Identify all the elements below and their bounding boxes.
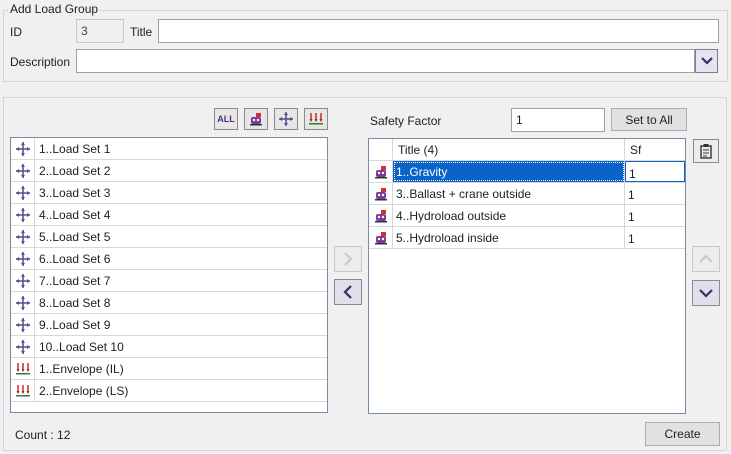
title-label: Title [130,25,153,39]
list-item[interactable]: 10..Load Set 10 [11,335,327,358]
list-item-label: 6..Load Set 6 [39,251,111,266]
list-item[interactable]: 2..Load Set 2 [11,159,327,182]
load-set-icon [11,203,35,226]
available-load-list[interactable]: 1..Load Set 1 2..Load Set 2 3..Load Set 3 4… [10,137,328,413]
clipboard-icon [700,144,712,159]
description-input[interactable] [76,49,695,73]
list-item-label: 9..Load Set 9 [39,317,111,332]
envelope-icon [11,357,35,380]
description-dropdown-button[interactable] [695,49,718,73]
table-row[interactable]: 3..Ballast + crane outside 1 [369,183,685,205]
group-members-grid[interactable]: Title (4) Sf 1..Gravity 1 3..Ballast + cra… [368,138,686,414]
row-title-cell[interactable]: 5..Hydroload inside [393,227,625,248]
list-item[interactable]: 1..Envelope (IL) [11,357,327,380]
count-label: Count : 12 [15,428,71,442]
table-row[interactable]: 1..Gravity 1 [369,161,685,183]
move-up-button[interactable] [692,246,720,272]
list-item-label: 2..Load Set 2 [39,163,111,178]
row-sf-cell[interactable]: 1 [625,227,685,248]
table-row[interactable]: 5..Hydroload inside 1 [369,227,685,249]
load-case-icon [369,205,393,226]
list-item-label: 2..Envelope (LS) [39,383,129,398]
list-item[interactable]: 1..Load Set 1 [11,138,327,160]
grid-header: Title (4) Sf [369,139,685,161]
title-input[interactable] [158,19,719,43]
row-sf-cell[interactable]: 1 [625,183,685,204]
select-all-button[interactable]: ALL [214,108,238,130]
list-item[interactable]: 9..Load Set 9 [11,313,327,336]
set-to-all-button[interactable]: Set to All [611,108,687,131]
move-down-button[interactable] [692,280,720,306]
load-case-filter-button[interactable] [244,108,268,130]
load-set-icon [279,112,293,126]
chevron-right-icon [344,252,353,266]
row-title-cell[interactable]: 3..Ballast + crane outside [393,183,625,204]
load-set-filter-button[interactable] [274,108,298,130]
all-icon: ALL [217,114,235,124]
list-item-label: 4..Load Set 4 [39,207,111,222]
load-set-icon [11,291,35,314]
list-item[interactable]: 8..Load Set 8 [11,291,327,314]
id-label: ID [10,25,22,39]
load-set-icon [11,313,35,336]
load-case-icon [369,161,393,182]
table-row[interactable]: 4..Hydroload outside 1 [369,205,685,227]
list-item[interactable]: 6..Load Set 6 [11,247,327,270]
list-item-label: 1..Load Set 1 [39,141,111,156]
list-item-label: 5..Load Set 5 [39,229,111,244]
load-set-icon [11,225,35,248]
list-item-label: 3..Load Set 3 [39,185,111,200]
id-field: 3 [76,19,124,43]
list-item-label: 8..Load Set 8 [39,295,111,310]
list-item-label: 7..Load Set 7 [39,273,111,288]
safety-factor-input[interactable]: 1 [511,108,605,132]
list-item[interactable]: 5..Load Set 5 [11,225,327,248]
group-legend: Add Load Group [8,2,101,16]
safety-factor-label: Safety Factor [370,114,442,128]
envelope-filter-button[interactable] [304,108,328,130]
chevron-left-icon [343,285,352,299]
description-label: Description [10,55,71,69]
load-set-icon [11,181,35,204]
list-item[interactable]: 7..Load Set 7 [11,269,327,292]
envelope-icon [309,113,323,125]
list-item-label: 1..Envelope (IL) [39,361,124,376]
load-case-icon [250,113,262,126]
chevron-up-icon [699,254,713,263]
load-case-icon [369,227,393,248]
row-title-cell[interactable]: 1..Gravity [393,161,625,182]
chevron-down-icon [699,289,713,298]
row-title-cell[interactable]: 4..Hydroload outside [393,205,625,226]
chevron-down-icon [700,57,713,65]
remove-from-group-button[interactable] [334,279,362,305]
list-item[interactable]: 2..Envelope (LS) [11,379,327,402]
load-set-icon [11,335,35,358]
title-column-header[interactable]: Title (4) [393,139,625,160]
copy-button[interactable] [693,139,719,163]
load-set-icon [11,269,35,292]
envelope-icon [11,379,35,402]
load-set-icon [11,159,35,182]
create-button[interactable]: Create [645,422,720,446]
row-sf-cell[interactable]: 1 [625,161,685,182]
load-set-icon [11,138,35,160]
load-case-icon [369,183,393,204]
list-item-label: 10..Load Set 10 [39,339,124,354]
list-item[interactable]: 4..Load Set 4 [11,203,327,226]
load-set-icon [11,247,35,270]
sf-column-header[interactable]: Sf [625,139,685,160]
list-item[interactable]: 3..Load Set 3 [11,181,327,204]
add-to-group-button[interactable] [334,246,362,272]
row-sf-cell[interactable]: 1 [625,205,685,226]
grid-header-icon-col [369,139,393,160]
